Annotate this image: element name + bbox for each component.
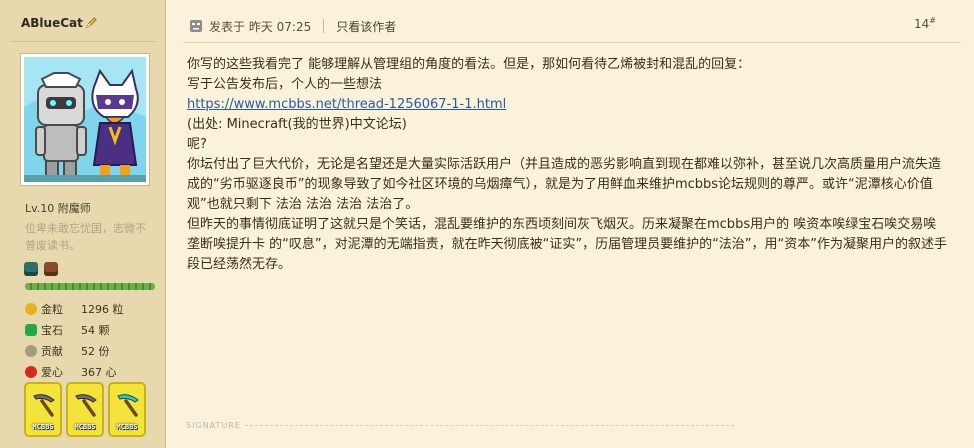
stat-label: 爱心 bbox=[41, 365, 63, 379]
floor-number[interactable]: 14# bbox=[914, 16, 936, 31]
user-motto: 位卑未敢忘忧国，志微不曾废读书。 bbox=[25, 222, 146, 252]
post-meta: 发表于 昨天 07:25 只看该作者 bbox=[189, 16, 396, 36]
badge-mcbbs[interactable]: MCBBS bbox=[108, 382, 146, 437]
stat-label: 贡献 bbox=[41, 344, 63, 358]
medal-helmet-icon[interactable] bbox=[24, 262, 38, 276]
diamond-pickaxe-icon bbox=[117, 394, 139, 417]
stat-contribution: 贡献 52 份 bbox=[25, 340, 124, 361]
signature-label: SIGNATURE bbox=[186, 421, 241, 430]
post-line: 写于公告发布后，个人的一些想法 bbox=[187, 77, 383, 92]
heart-icon bbox=[25, 365, 37, 378]
stat-love: 爱心 367 心 bbox=[25, 361, 124, 382]
stat-gems: 宝石 54 颗 bbox=[25, 319, 124, 340]
medal-list bbox=[24, 262, 58, 276]
user-stats: 金粒 1296 粒 宝石 54 颗 贡献 52 份 爱心 367 心 bbox=[25, 298, 124, 382]
badge-mcbbs[interactable]: MCBBS bbox=[66, 382, 104, 437]
user-level[interactable]: Lv.10 附魔师 bbox=[25, 200, 91, 216]
thread-link[interactable]: https://www.mcbbs.net/thread-1256067-1-1… bbox=[187, 97, 506, 112]
post-paragraph: 你坛付出了巨大代价，无论是名望还是大量实际活跃用户（并且造成的恶劣影响直到现在都… bbox=[187, 157, 942, 212]
user-sidebar: ABlueCat Lv.10 附魔师 位卑未敢忘忧国，志微不曾废读书。 金粒 1… bbox=[0, 0, 166, 448]
online-status-icon bbox=[190, 20, 202, 32]
stat-value: 367 心 bbox=[81, 365, 117, 379]
post-line: https://www.mcbbs.net/thread-1256067-1-1… bbox=[187, 95, 947, 115]
username[interactable]: ABlueCat bbox=[21, 16, 98, 30]
forum-post: ABlueCat Lv.10 附魔师 位卑未敢忘忧国，志微不曾废读书。 金粒 1… bbox=[0, 0, 974, 448]
iron-pickaxe-icon bbox=[33, 394, 55, 417]
avatar[interactable] bbox=[20, 53, 150, 186]
badge-label: MCBBS bbox=[74, 423, 96, 431]
post-source: (出处: Minecraft(我的世界)中文论坛) bbox=[187, 117, 407, 132]
stat-value: 1296 粒 bbox=[81, 302, 124, 316]
stat-gold: 金粒 1296 粒 bbox=[25, 298, 124, 319]
gold-nugget-icon bbox=[25, 302, 37, 315]
divider bbox=[183, 42, 961, 43]
only-author-link[interactable]: 只看该作者 bbox=[336, 18, 396, 35]
post-time: 发表于 昨天 07:25 bbox=[209, 19, 312, 34]
avatar-image bbox=[24, 57, 146, 182]
divider bbox=[244, 425, 734, 426]
experience-bar-fill bbox=[25, 283, 155, 290]
badge-mcbbs[interactable]: MCBBS bbox=[24, 382, 62, 437]
post-body: 发表于 昨天 07:25 只看该作者 14# 你写的这些我看完了 能够理解从管理… bbox=[167, 0, 974, 448]
post-content: 你写的这些我看完了 能够理解从管理组的角度的看法。但是，那如何看待乙烯被封和混乱… bbox=[187, 55, 947, 275]
stat-label: 金粒 bbox=[41, 302, 63, 316]
medal-helmet-icon[interactable] bbox=[44, 262, 58, 276]
stat-value: 54 颗 bbox=[81, 323, 110, 337]
contribution-icon bbox=[25, 344, 37, 357]
badge-label: MCBBS bbox=[32, 423, 54, 431]
post-line: 你写的这些我看完了 能够理解从管理组的角度的看法。但是，那如何看待乙烯被封和混乱… bbox=[187, 57, 751, 72]
divider bbox=[323, 19, 325, 33]
badge-list: MCBBS MCBBS MCBBS bbox=[24, 382, 146, 437]
divider bbox=[10, 41, 156, 42]
post-line: 呢? bbox=[187, 137, 207, 152]
signature-divider: SIGNATURE bbox=[186, 421, 734, 430]
emerald-icon bbox=[25, 323, 37, 336]
post-paragraph: 但昨天的事情彻底证明了这就只是个笑话，混乱要维护的东西顷刻间灰飞烟灭。历来凝聚在… bbox=[187, 217, 948, 272]
stat-value: 52 份 bbox=[81, 344, 110, 358]
iron-pickaxe-icon bbox=[75, 394, 97, 417]
experience-bar bbox=[25, 283, 155, 290]
stat-label: 宝石 bbox=[41, 323, 63, 337]
badge-label: MCBBS bbox=[116, 423, 138, 431]
pencil-badge-icon bbox=[85, 17, 97, 29]
